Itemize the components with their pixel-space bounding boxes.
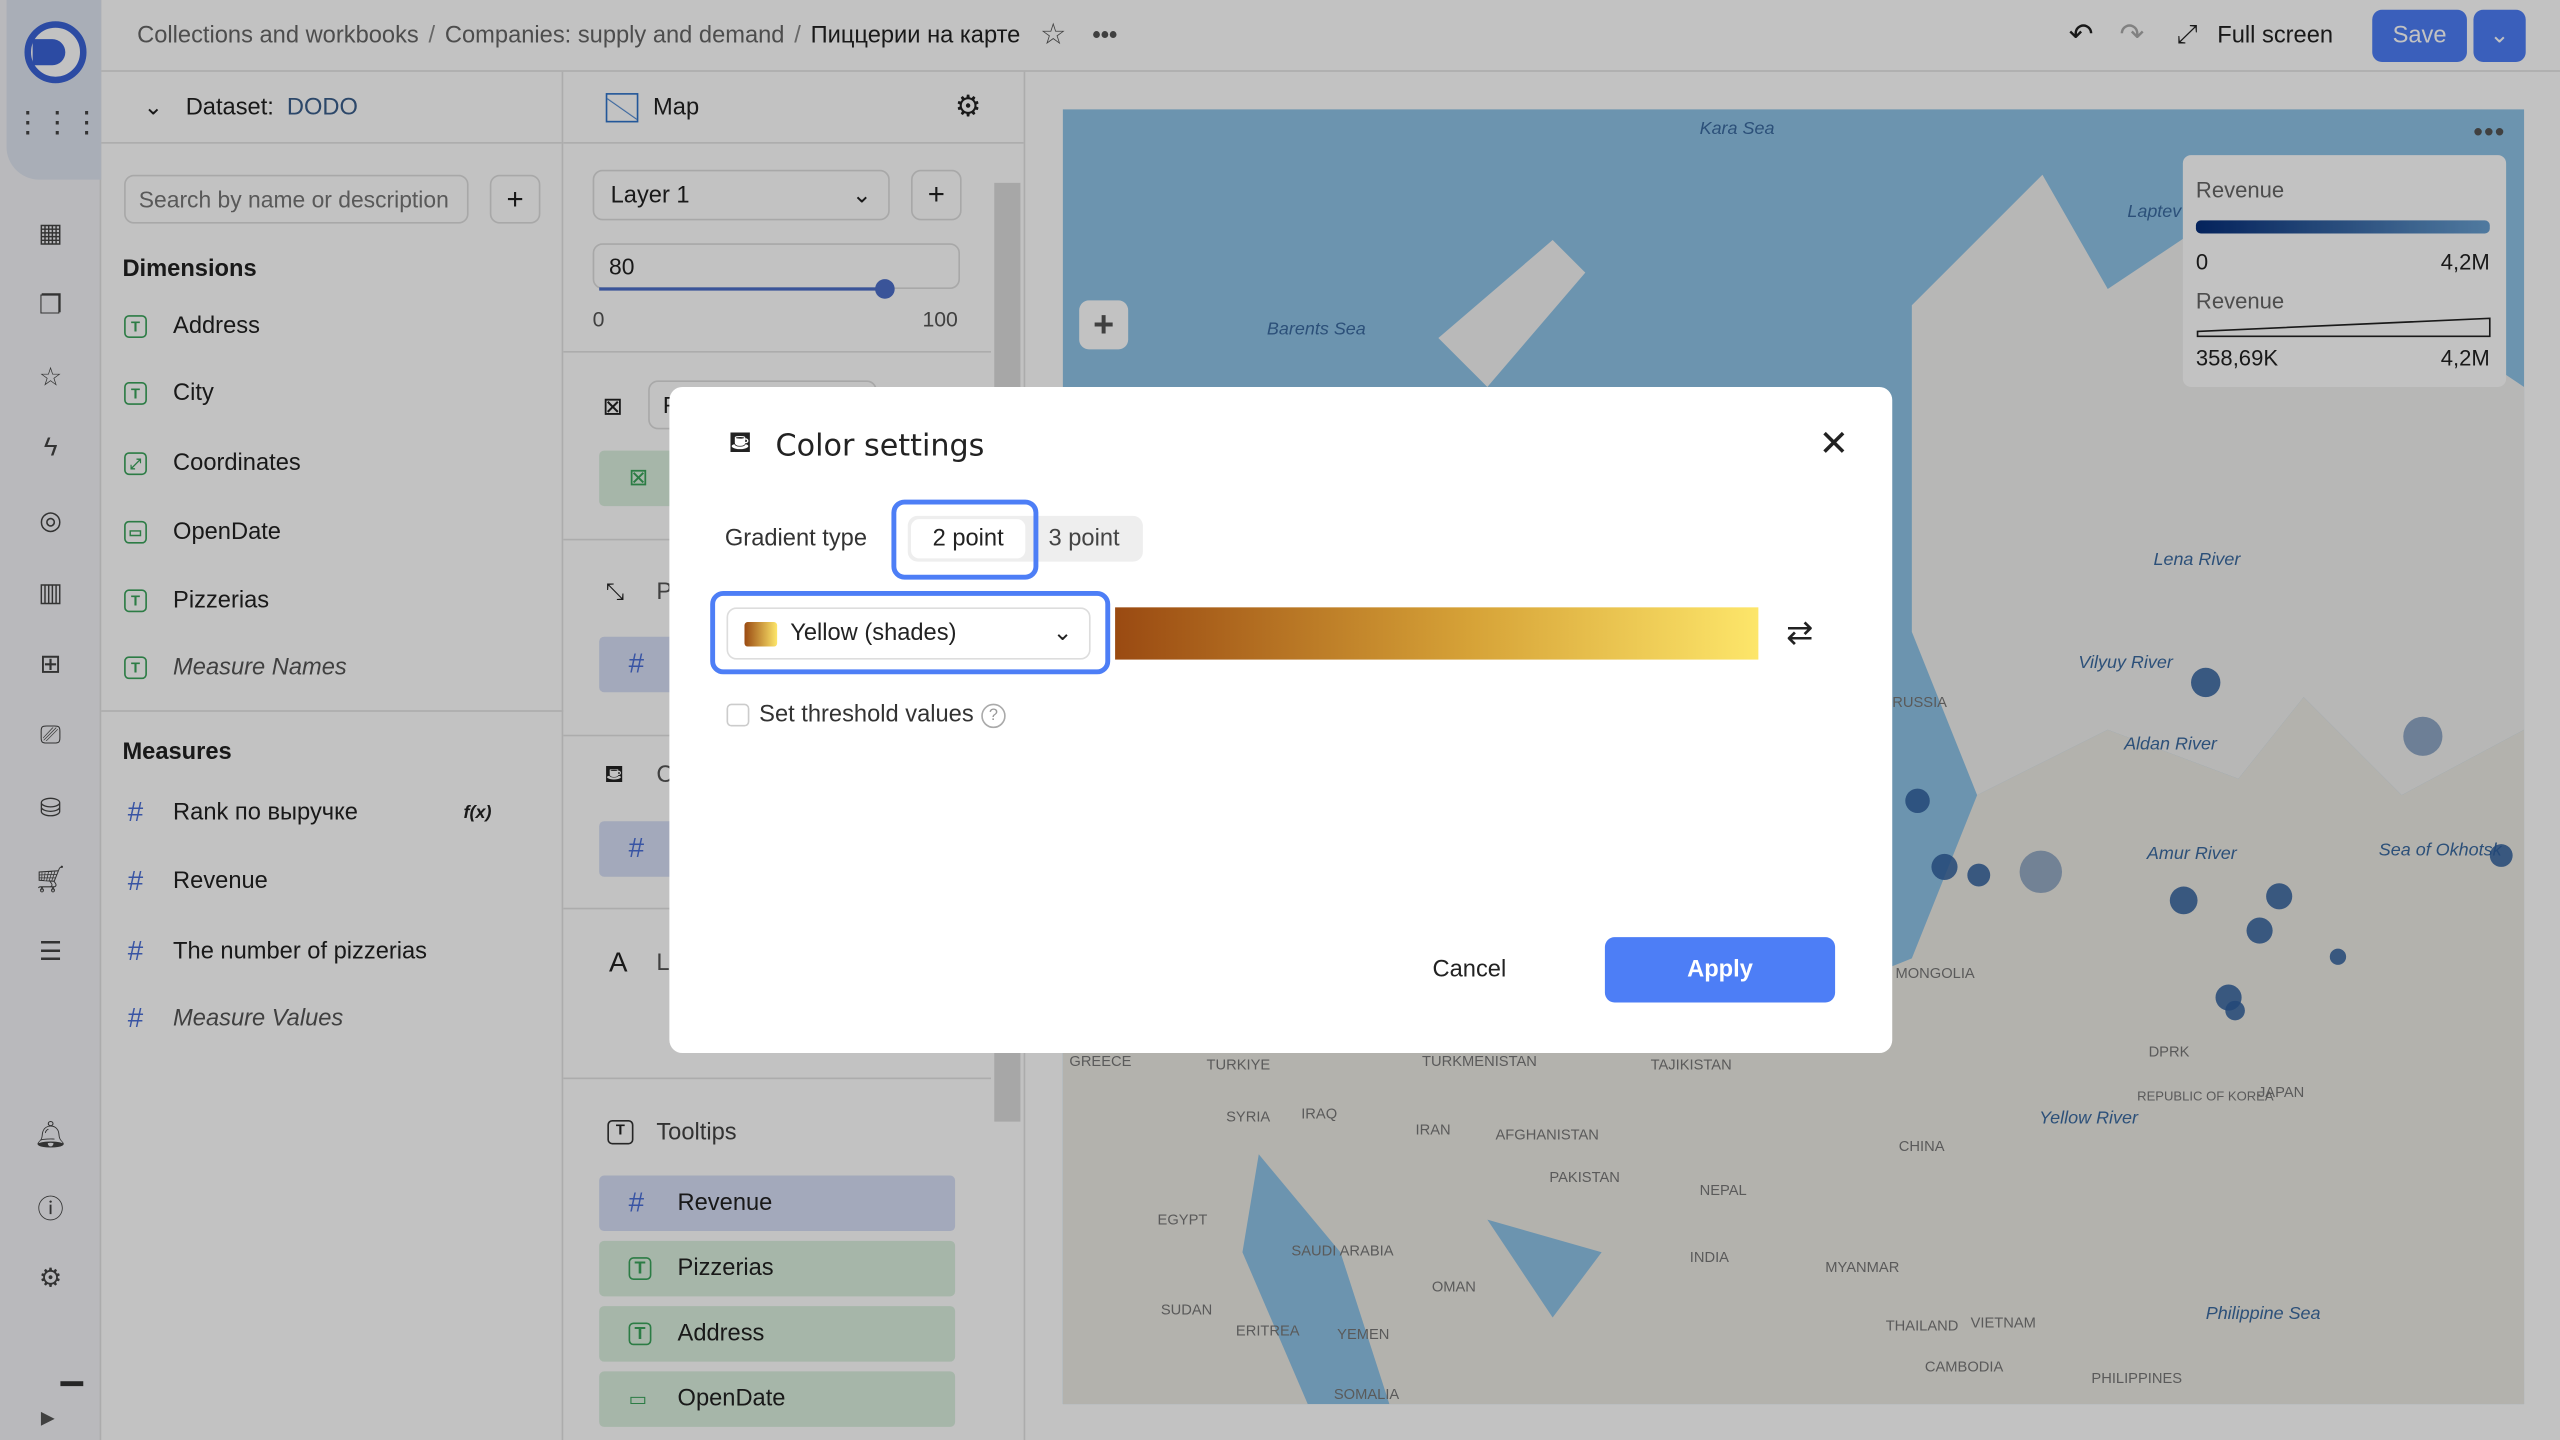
dialog-title: Color settings (775, 429, 985, 464)
focus-ring (710, 591, 1111, 675)
swap-colors-icon[interactable]: ⇄ (1786, 612, 1813, 653)
color-settings-dialog: ⛾ Color settings ✕ Gradient type 2 point… (669, 386, 1893, 1054)
close-icon[interactable]: ✕ (1819, 423, 1849, 465)
gradient-type-label: Gradient type (724, 525, 868, 552)
apply-button[interactable]: Apply (1604, 937, 1836, 1003)
gradient-option-3-point[interactable]: 3 point (1029, 519, 1140, 558)
threshold-checkbox[interactable] (726, 703, 750, 727)
paint-bucket-icon: ⛾ (728, 426, 753, 459)
gradient-preview (1115, 607, 1759, 660)
threshold-label[interactable]: Set threshold values (759, 702, 974, 728)
help-icon[interactable]: ? (981, 703, 1006, 729)
cancel-button[interactable]: Cancel (1404, 937, 1535, 1002)
focus-ring (891, 499, 1039, 580)
